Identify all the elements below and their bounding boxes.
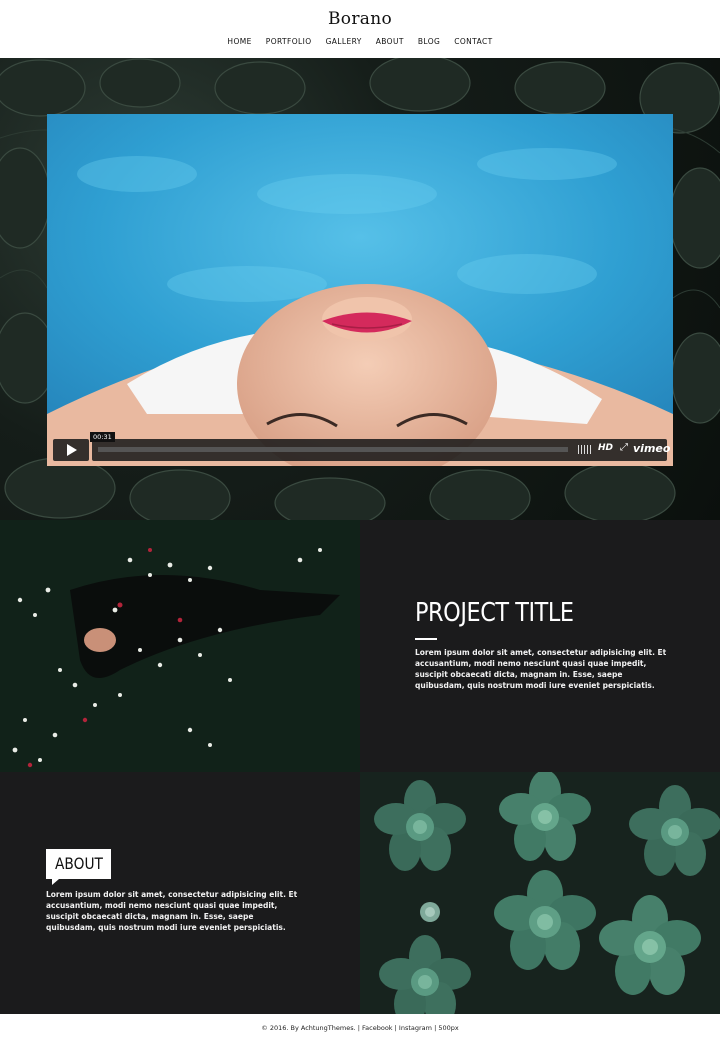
nav-home[interactable]: HOME [227,37,251,46]
nav-about[interactable]: ABOUT [376,37,404,46]
play-button[interactable] [53,439,89,461]
control-bar: HD ⤢ vimeo [92,439,670,461]
play-icon [67,444,77,456]
nav-blog[interactable]: BLOG [418,37,440,46]
title-divider [415,638,437,640]
flowers-in-water-photo [0,520,360,772]
main-nav: HOME PORTFOLIO GALLERY ABOUT BLOG CONTAC… [0,37,720,46]
nav-portfolio[interactable]: PORTFOLIO [266,37,312,46]
vimeo-logo[interactable]: vimeo [633,442,670,455]
nav-contact[interactable]: CONTACT [454,37,492,46]
video-controls: HD ⤢ vimeo 00:31 [53,432,670,461]
video-progress-bar[interactable] [98,447,568,452]
site-footer: © 2016. By AchtungThemes. | Facebook | I… [0,1014,720,1042]
footer-link-instagram[interactable]: Instagram [399,1024,432,1032]
nav-gallery[interactable]: GALLERY [326,37,362,46]
video-player[interactable]: HD ⤢ vimeo 00:31 [47,114,673,466]
video-timecode: 00:31 [90,432,115,442]
about-badge: ABOUT [46,849,111,885]
footer-link-500px[interactable]: 500px [438,1024,458,1032]
project-image[interactable] [0,520,360,772]
project-panel: PROJECT TITLE Lorem ipsum dolor sit amet… [360,520,720,772]
hd-toggle[interactable]: HD [598,443,613,453]
project-title[interactable]: PROJECT TITLE [415,598,574,628]
site-header: Borano HOME PORTFOLIO GALLERY ABOUT BLOG… [0,0,720,58]
fullscreen-icon[interactable]: ⤢ [620,442,628,453]
about-description: Lorem ipsum dolor sit amet, consectetur … [46,890,298,932]
footer-credits: © 2016. By AchtungThemes. | Facebook | I… [261,1024,459,1032]
about-heading: ABOUT [55,854,103,873]
succulents-photo [360,772,720,1014]
about-image [360,772,720,1014]
footer-link-facebook[interactable]: Facebook [362,1024,393,1032]
copyright-text: © 2016. By AchtungThemes. [261,1024,356,1032]
project-description: Lorem ipsum dolor sit amet, consectetur … [415,648,667,690]
about-panel: ABOUT Lorem ipsum dolor sit amet, consec… [0,772,360,1014]
video-thumbnail [47,114,673,466]
volume-icon[interactable] [578,445,592,454]
site-logo[interactable]: Borano [0,9,720,29]
hero-section: HD ⤢ vimeo 00:31 [0,58,720,520]
